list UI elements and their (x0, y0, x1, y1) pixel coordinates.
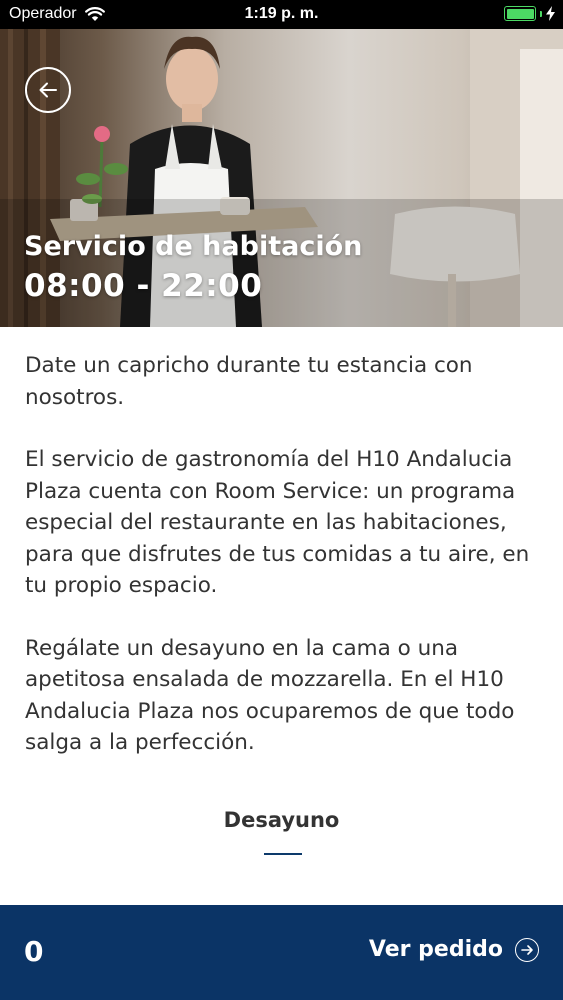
page-title: Servicio de habitación (24, 231, 363, 262)
status-time: 1:19 p. m. (244, 5, 319, 22)
back-button[interactable] (25, 67, 71, 113)
status-bar: Operador 1:19 p. m. (0, 0, 563, 29)
tab-active-indicator (264, 853, 302, 855)
hero-banner: Servicio de habitación 08:00 - 22:00 (0, 29, 563, 327)
charging-icon (546, 6, 555, 21)
description-paragraph: El servicio de gastronomía del H10 Andal… (25, 447, 530, 598)
description: Date un capricho durante tu estancia con… (25, 350, 545, 790)
view-order-label: Ver pedido (368, 937, 503, 962)
order-item-count: 0 (24, 935, 44, 968)
arrow-right-circle-icon (515, 937, 539, 962)
order-bar: 0 Ver pedido (0, 905, 563, 1000)
status-right (504, 6, 555, 21)
description-paragraph: Regálate un desayuno en la cama o una ap… (25, 635, 515, 756)
tab-desayuno[interactable]: Desayuno (0, 808, 563, 832)
battery-cap (540, 10, 542, 17)
view-order-button[interactable]: Ver pedido (369, 937, 539, 962)
service-hours: 08:00 - 22:00 (24, 268, 263, 304)
description-paragraph: Date un capricho durante tu estancia con… (25, 353, 473, 410)
battery-icon (504, 6, 536, 21)
battery-fill (506, 8, 534, 19)
menu-tabs: Desayuno (0, 808, 563, 868)
arrow-left-icon (39, 82, 57, 98)
